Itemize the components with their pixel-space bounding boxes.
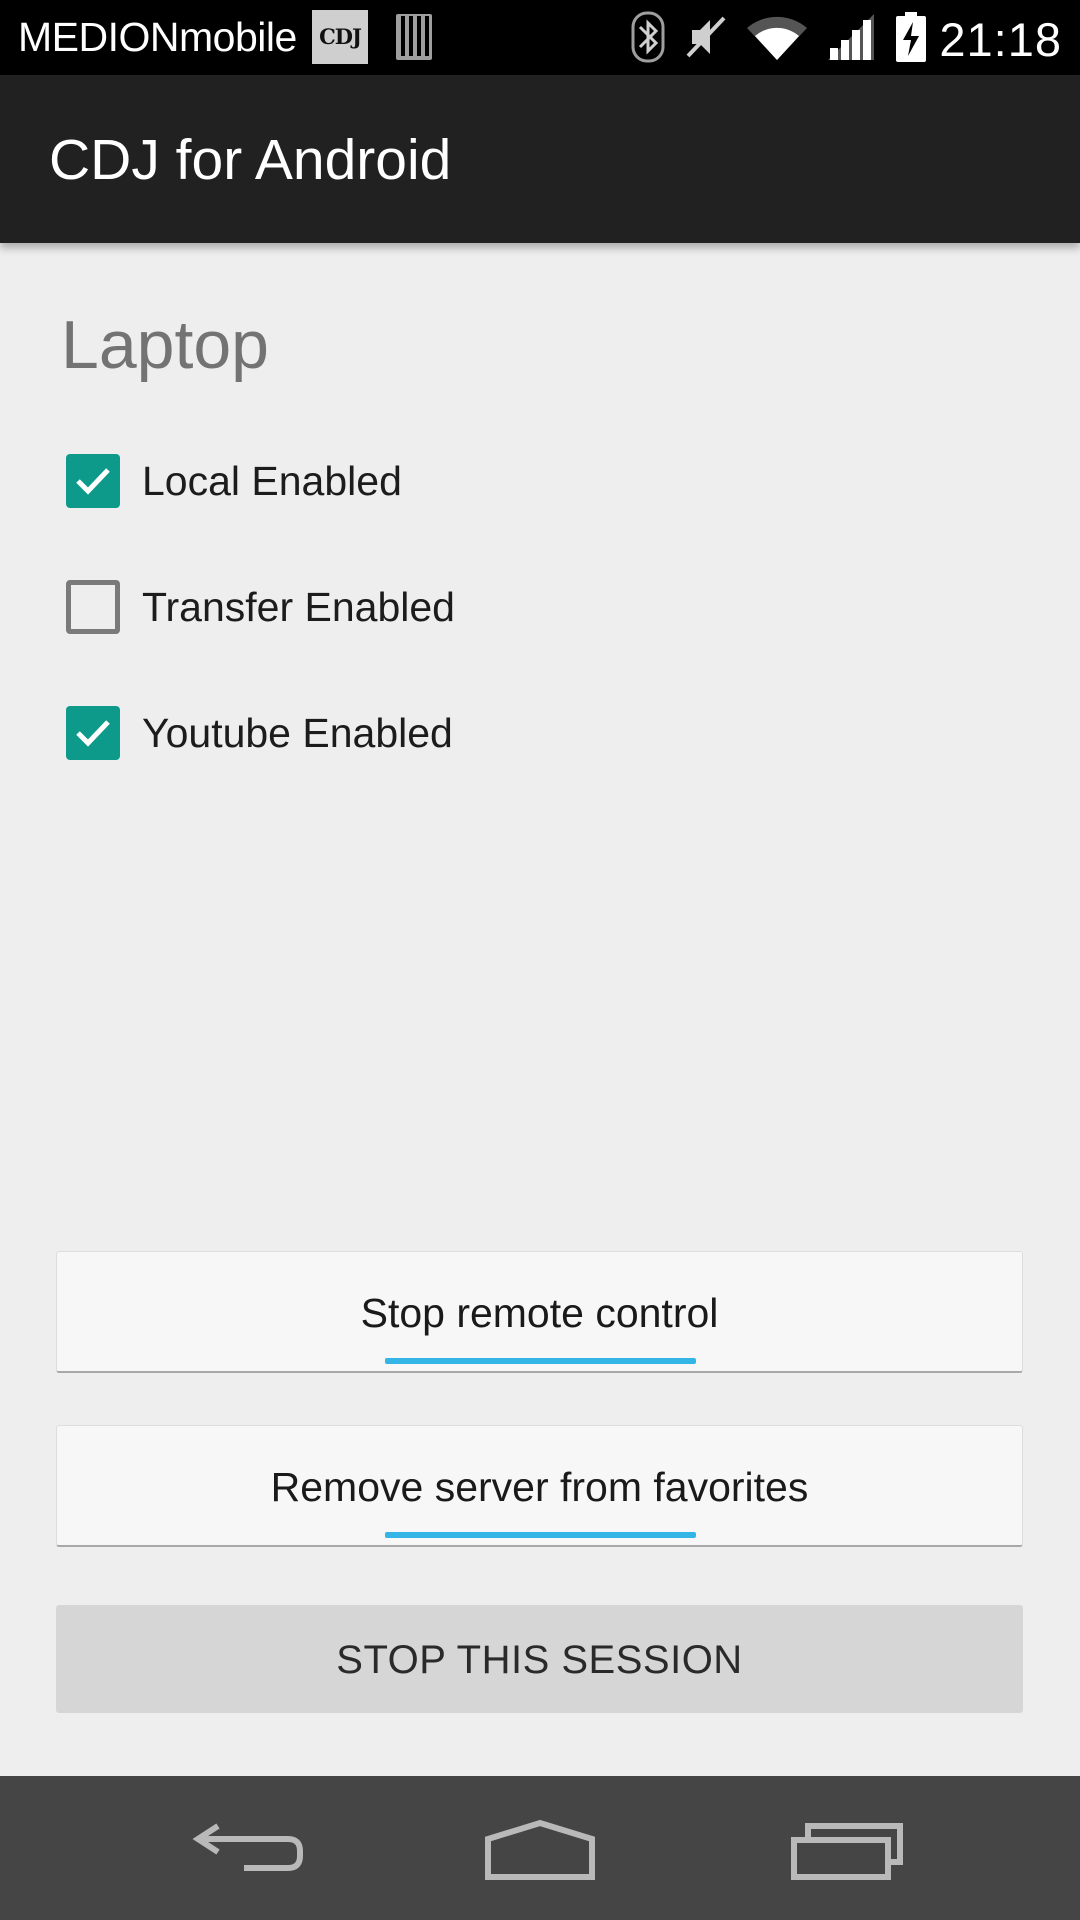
recent-apps-icon	[791, 1823, 903, 1880]
checkmark-icon	[76, 720, 110, 747]
stop-remote-control-button[interactable]: Stop remote control	[56, 1251, 1023, 1373]
action-bar: CDJ for Android	[0, 75, 1080, 243]
local-enabled-checkbox[interactable]	[66, 454, 120, 508]
stop-remote-control-label: Stop remote control	[360, 1290, 719, 1336]
transfer-enabled-label: Transfer Enabled	[142, 583, 455, 630]
back-icon	[192, 1823, 303, 1871]
local-enabled-label: Local Enabled	[142, 457, 402, 504]
wifi-icon	[747, 16, 807, 60]
muted-icon	[686, 16, 726, 58]
home-button[interactable]	[440, 1776, 640, 1920]
app-title: CDJ for Android	[49, 128, 452, 192]
battery-charging-icon	[896, 12, 926, 62]
youtube-enabled-label: Youtube Enabled	[142, 709, 453, 756]
back-button[interactable]	[140, 1776, 340, 1920]
remove-favorite-button[interactable]: Remove server from favorites	[56, 1425, 1023, 1547]
recent-apps-button[interactable]	[750, 1776, 950, 1920]
cell-signal-icon	[828, 14, 874, 60]
navigation-bar	[0, 1776, 1080, 1920]
clock: 21:18	[939, 13, 1062, 66]
youtube-enabled-checkbox[interactable]	[66, 706, 120, 760]
bluetooth-icon	[631, 11, 665, 63]
status-bar: MEDIONmobile CDJ 21:18	[0, 0, 1080, 75]
stop-session-button[interactable]: STOP THIS SESSION	[56, 1605, 1023, 1713]
focus-underline	[385, 1532, 696, 1538]
app-notification-icon: CDJ	[312, 10, 368, 64]
stop-session-label: STOP THIS SESSION	[336, 1638, 743, 1682]
focus-underline	[385, 1358, 696, 1364]
transfer-enabled-option[interactable]: Transfer Enabled	[66, 579, 455, 635]
remove-favorite-label: Remove server from favorites	[270, 1464, 809, 1510]
carrier-name: MEDIONmobile	[18, 14, 297, 60]
home-icon	[485, 1819, 595, 1880]
sd-card-icon	[396, 14, 432, 60]
transfer-enabled-checkbox[interactable]	[66, 580, 120, 634]
section-title: Laptop	[61, 307, 269, 383]
local-enabled-option[interactable]: Local Enabled	[66, 453, 402, 509]
youtube-enabled-option[interactable]: Youtube Enabled	[66, 705, 453, 761]
checkmark-icon	[76, 468, 110, 495]
